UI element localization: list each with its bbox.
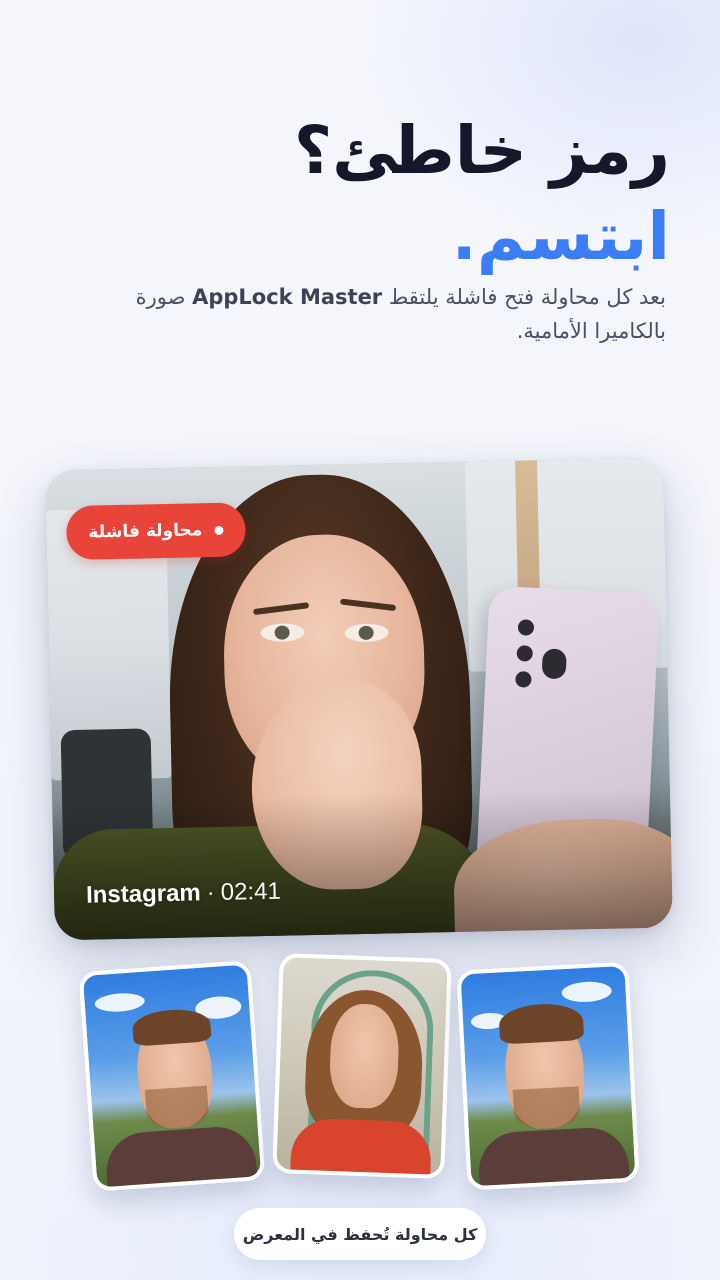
thumbnail-photo-2[interactable] [272,953,452,1179]
failed-attempt-badge: محاولة فاشلة [65,502,246,561]
caption-app-name: Instagram [85,879,202,909]
plaid-shirt [476,1125,630,1191]
woman-face [328,1002,401,1110]
camera-lens [516,645,534,662]
red-jacket [290,1117,433,1179]
gallery-note-text: كل محاولة تُحفظ في المعرض [242,1224,478,1244]
photo-caption: Instagram · 02:41 [86,878,281,910]
camera-lens [515,671,532,688]
subtitle: بعد كل محاولة فتح فاشلة يلتقط AppLock Ma… [86,280,666,348]
brand-name: AppLock Master [192,285,383,309]
camera-lens [541,648,567,680]
status-dot-icon [214,525,224,535]
gallery-note-pill: كل محاولة تُحفظ في المعرض [234,1208,486,1260]
thumbnail-photo-1[interactable] [78,960,266,1192]
subtitle-text-start: بعد كل محاولة فتح فاشلة يلتقط [382,285,666,309]
failed-attempt-label: محاولة فاشلة [88,520,203,543]
caption-shade [52,787,673,941]
camera-lens [517,619,535,636]
caption-time: 02:41 [220,877,282,906]
headline-title: رمز خاطئ؟ [293,112,670,189]
thumbnail-photo-3[interactable] [456,961,640,1191]
intruder-photo-card[interactable]: محاولة فاشلة Instagram · 02:41 [45,457,673,941]
headline: رمز خاطئ؟ ابتسم. [50,108,670,280]
caption-separator: · [206,879,216,907]
headline-accent: ابتسم. [451,198,670,275]
